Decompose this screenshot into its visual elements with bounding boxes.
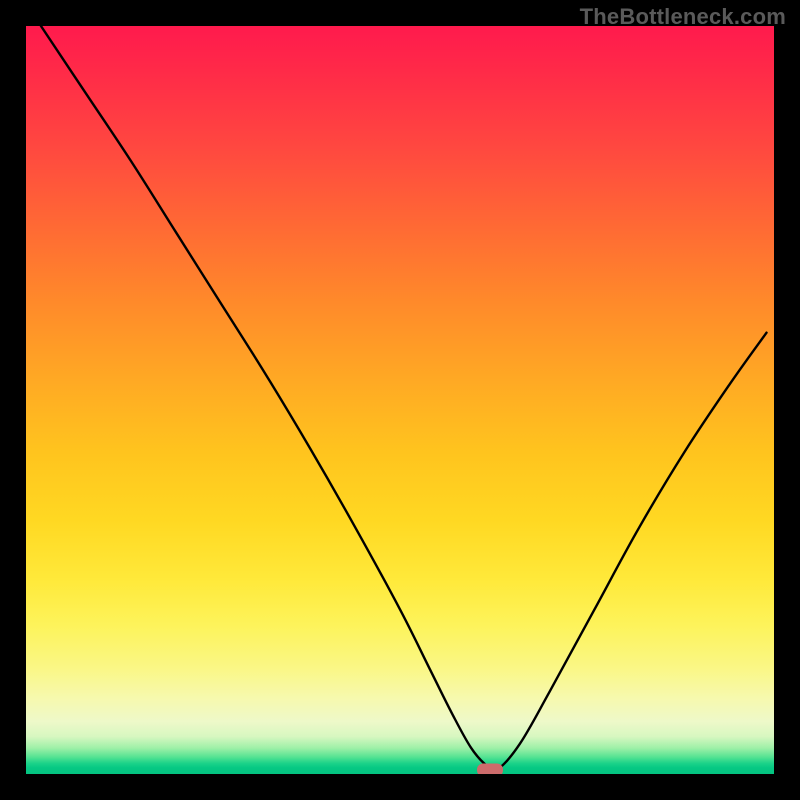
plot-area — [26, 26, 774, 774]
curve-path — [41, 26, 767, 771]
bottleneck-curve — [26, 26, 774, 774]
optimal-point-marker — [477, 763, 503, 774]
chart-frame: TheBottleneck.com — [0, 0, 800, 800]
